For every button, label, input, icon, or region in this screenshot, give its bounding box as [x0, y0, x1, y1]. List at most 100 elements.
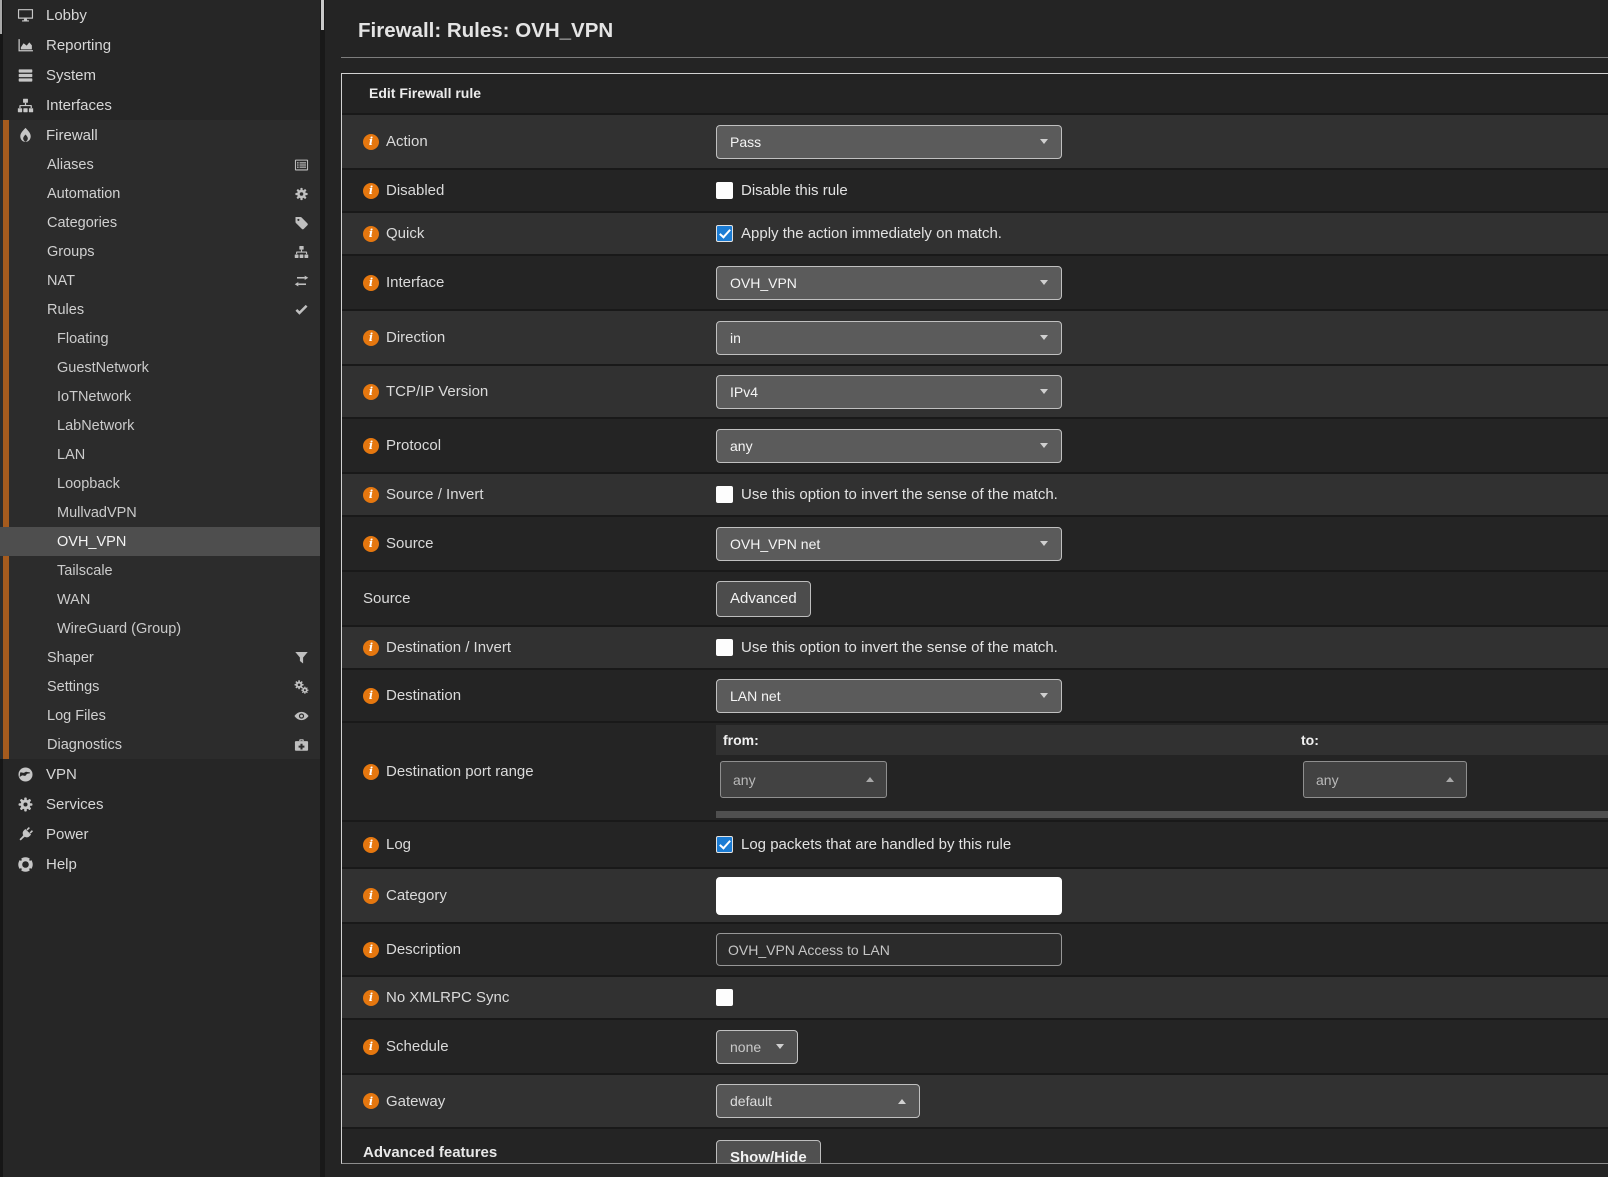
- row-gateway: Gatewaydefault: [342, 1075, 1608, 1129]
- sidebar-item-guestnetwork[interactable]: GuestNetwork: [0, 353, 320, 382]
- disabled-checkbox[interactable]: [716, 182, 733, 199]
- sidebar-item-settings[interactable]: Settings: [0, 672, 320, 701]
- sidebar-item-labnetwork[interactable]: LabNetwork: [0, 411, 320, 440]
- checkbox-label: Use this option to invert the sense of t…: [741, 486, 1058, 503]
- sidebar-item-aliases[interactable]: Aliases: [0, 150, 320, 179]
- sidebar-item-ovh-vpn[interactable]: OVH_VPN: [0, 527, 320, 556]
- row-control-cell: none: [716, 1020, 1608, 1073]
- sidebar-item-tailscale[interactable]: Tailscale: [0, 556, 320, 585]
- check-icon: [294, 302, 309, 317]
- sidebar-item-groups[interactable]: Groups: [0, 237, 320, 266]
- quick-checkbox[interactable]: [716, 225, 733, 242]
- gateway-select[interactable]: default: [716, 1084, 920, 1118]
- sidebar-item-shaper[interactable]: Shaper: [0, 643, 320, 672]
- row-log: LogLog packets that are handled by this …: [342, 822, 1608, 869]
- port-from-select[interactable]: any: [720, 761, 887, 798]
- category-input[interactable]: [716, 877, 1062, 915]
- sidebar-item-lan[interactable]: LAN: [0, 440, 320, 469]
- action-select[interactable]: Pass: [716, 125, 1062, 159]
- sidebar-item-services[interactable]: Services: [0, 789, 320, 819]
- sidebar-item-automation[interactable]: Automation: [0, 179, 320, 208]
- row-label-cell: Action: [342, 115, 716, 168]
- sidebar-item-reporting[interactable]: Reporting: [0, 30, 320, 60]
- row-control-cell: IPv4: [716, 366, 1608, 417]
- sidebar-item-mullvadvpn[interactable]: MullvadVPN: [0, 498, 320, 527]
- info-icon[interactable]: [363, 942, 379, 958]
- field-label: TCP/IP Version: [386, 383, 488, 400]
- row-tcpip-version: TCP/IP Version IPv4: [342, 366, 1608, 419]
- sidebar-item-categories[interactable]: Categories: [0, 208, 320, 237]
- server-icon: [17, 67, 34, 84]
- destination-invert-checkbox[interactable]: [716, 639, 733, 656]
- sidebar-item-loopback[interactable]: Loopback: [0, 469, 320, 498]
- sidebar-item-log-files[interactable]: Log Files: [0, 701, 320, 730]
- button-label: Show/Hide: [730, 1149, 807, 1165]
- sidebar-scrollbar-thumb[interactable]: [0, 0, 2, 34]
- row-source: SourceOVH_VPN net: [342, 517, 1608, 572]
- info-icon[interactable]: [363, 226, 379, 242]
- protocol-select[interactable]: any: [716, 429, 1062, 463]
- row-source-advanced: SourceAdvanced: [342, 572, 1608, 627]
- content-scrollbar-thumb[interactable]: [321, 0, 324, 30]
- caret-down-icon: [1040, 443, 1048, 448]
- source-select[interactable]: OVH_VPN net: [716, 527, 1062, 561]
- sidebar-item-vpn[interactable]: VPN: [0, 759, 320, 789]
- selected-value: in: [730, 330, 741, 346]
- info-icon[interactable]: [363, 888, 379, 904]
- info-icon[interactable]: [363, 837, 379, 853]
- sidebar-item-power[interactable]: Power: [0, 819, 320, 849]
- destination-select[interactable]: LAN net: [716, 679, 1062, 713]
- sidebar-item-iotnetwork[interactable]: IoTNetwork: [0, 382, 320, 411]
- info-icon[interactable]: [363, 330, 379, 346]
- row-control-cell: from:to:anyany: [716, 723, 1608, 820]
- sidebar-item-floating[interactable]: Floating: [0, 324, 320, 353]
- field-label: Source / Invert: [386, 486, 484, 503]
- tcpip-version-select[interactable]: IPv4: [716, 375, 1062, 409]
- row-control-cell: in: [716, 311, 1608, 364]
- row-label-cell: Category: [342, 869, 716, 922]
- no-xmlrpc-sync-checkbox[interactable]: [716, 989, 733, 1006]
- sidebar-item-nat[interactable]: NAT: [0, 266, 320, 295]
- sidebar-item-rules[interactable]: Rules: [0, 295, 320, 324]
- info-icon[interactable]: [363, 438, 379, 454]
- info-icon[interactable]: [363, 688, 379, 704]
- info-icon[interactable]: [363, 275, 379, 291]
- sidebar-item-firewall[interactable]: Firewall: [0, 120, 320, 150]
- sidebar-item-help[interactable]: Help: [0, 849, 320, 879]
- sidebar-item-label: MullvadVPN: [57, 505, 137, 521]
- direction-select[interactable]: in: [716, 321, 1062, 355]
- info-icon[interactable]: [363, 990, 379, 1006]
- field-label: Description: [386, 941, 461, 958]
- info-icon[interactable]: [363, 487, 379, 503]
- info-icon[interactable]: [363, 384, 379, 400]
- info-icon[interactable]: [363, 640, 379, 656]
- sidebar-item-wireguard-group[interactable]: WireGuard (Group): [0, 614, 320, 643]
- info-icon[interactable]: [363, 1039, 379, 1055]
- sidebar-item-interfaces[interactable]: Interfaces: [0, 90, 320, 120]
- info-icon[interactable]: [363, 536, 379, 552]
- sidebar-item-lobby[interactable]: Lobby: [0, 0, 320, 30]
- horizontal-scrollbar[interactable]: [716, 811, 1608, 818]
- row-label-cell: Gateway: [342, 1075, 716, 1127]
- sidebar-item-system[interactable]: System: [0, 60, 320, 90]
- port-to-select[interactable]: any: [1303, 761, 1467, 798]
- source-invert-checkbox[interactable]: [716, 486, 733, 503]
- sidebar-item-diagnostics[interactable]: Diagnostics: [0, 730, 320, 759]
- row-destination-invert: Destination / InvertUse this option to i…: [342, 627, 1608, 670]
- description-input[interactable]: [716, 933, 1062, 966]
- advanced-features-button[interactable]: Show/Hide: [716, 1140, 821, 1164]
- interface-select[interactable]: OVH_VPN: [716, 266, 1062, 300]
- selected-value: OVH_VPN: [730, 275, 797, 291]
- source-advanced-button[interactable]: Advanced: [716, 581, 811, 617]
- row-control-cell: Log packets that are handled by this rul…: [716, 822, 1608, 867]
- schedule-select[interactable]: none: [716, 1030, 798, 1064]
- checkbox-label: Apply the action immediately on match.: [741, 225, 1002, 242]
- info-icon[interactable]: [363, 1093, 379, 1109]
- content-scrollbar-track[interactable]: [320, 0, 325, 1177]
- log-checkbox[interactable]: [716, 836, 733, 853]
- info-icon[interactable]: [363, 183, 379, 199]
- info-icon[interactable]: [363, 134, 379, 150]
- info-icon[interactable]: [363, 764, 379, 780]
- sidebar-item-wan[interactable]: WAN: [0, 585, 320, 614]
- sidebar-item-label: VPN: [46, 766, 77, 783]
